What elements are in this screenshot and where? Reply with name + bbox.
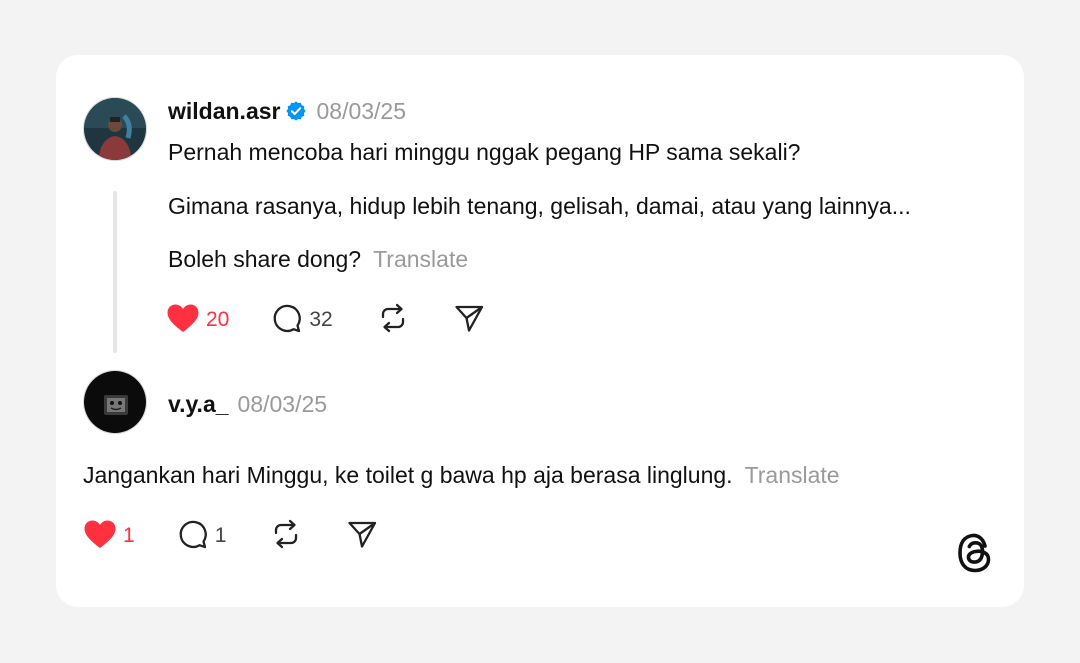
reply-reply-button[interactable]: 1 [177, 518, 227, 555]
post-share-button[interactable] [453, 302, 485, 339]
post-reply-button[interactable]: 32 [271, 302, 333, 339]
post-like-count: 20 [206, 308, 230, 331]
repost-icon [270, 518, 302, 555]
reply-text: Jangankan hari Minggu, ke toilet g bawa … [83, 462, 840, 489]
reply-author-avatar[interactable] [83, 370, 147, 434]
thread-connector-line [113, 191, 117, 353]
post-actions: 20 32 [166, 302, 485, 338]
threads-logo-icon [956, 532, 994, 579]
reply-header: v.y.a_ 08/03/25 [168, 388, 327, 420]
post-repost-button[interactable] [377, 302, 409, 339]
post-username[interactable]: wildan.asr [168, 98, 280, 125]
post-like-button[interactable]: 20 [166, 303, 229, 338]
paper-plane-icon [453, 302, 485, 339]
post-text-line-1: Pernah mencoba hari minggu nggak pegang … [168, 139, 801, 165]
speech-bubble-icon [271, 302, 303, 339]
post-text-line-3: Boleh share dong? Translate [168, 246, 468, 273]
reply-like-count: 1 [123, 524, 135, 547]
post-text-line-2: Gimana rasanya, hidup lebih tenang, geli… [168, 193, 911, 219]
heart-icon [166, 303, 200, 338]
post-date: 08/03/25 [316, 97, 407, 124]
post-text-line-3-content: Boleh share dong? [168, 246, 362, 272]
reply-username[interactable]: v.y.a_ [168, 391, 229, 418]
post-translate-link[interactable]: Translate [373, 246, 468, 272]
reply-like-button[interactable]: 1 [83, 519, 135, 554]
post-header: wildan.asr 08/03/25 [168, 95, 406, 127]
speech-bubble-icon [177, 518, 209, 555]
heart-icon [83, 519, 117, 554]
reply-reply-count: 1 [214, 524, 227, 547]
verified-badge-icon [285, 100, 307, 122]
reply-text-content: Jangankan hari Minggu, ke toilet g bawa … [83, 462, 733, 488]
post-author-avatar[interactable] [83, 97, 147, 161]
reply-translate-link[interactable]: Translate [745, 462, 840, 488]
threads-card: wildan.asr 08/03/25 Pernah mencoba hari … [56, 55, 1024, 607]
reply-date: 08/03/25 [237, 390, 328, 417]
repost-icon [377, 302, 409, 339]
reply-repost-button[interactable] [270, 518, 302, 555]
reply-share-button[interactable] [346, 518, 378, 555]
reply-actions: 1 1 [83, 518, 378, 554]
paper-plane-icon [346, 518, 378, 555]
post-reply-count: 32 [309, 308, 333, 331]
